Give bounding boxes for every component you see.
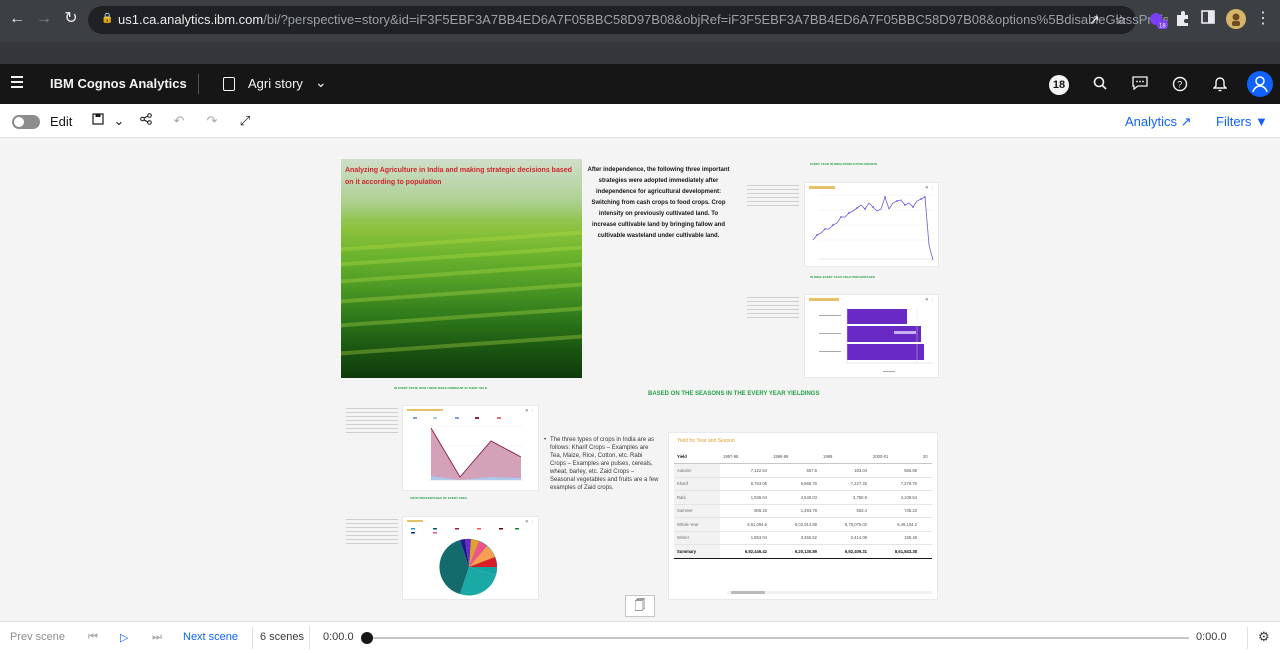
seasons-blurb: [346, 408, 398, 434]
crosstab-title: Yield for Year and Season: [677, 438, 735, 444]
app-header: IBM Cognos Analytics Agri story ⌄: [0, 64, 1280, 104]
sidepanel-icon[interactable]: [1201, 10, 1221, 30]
table-header-row: Yield 1997-98 1998-99 1999 2000-01 20: [674, 450, 932, 464]
timeline-track[interactable]: [367, 637, 1189, 639]
yield-percent-label: IN INDIA EVERY YEAR YIELD PERCENTAGES: [810, 275, 875, 279]
forward-arrow-icon[interactable]: →: [35, 10, 53, 28]
table-summary-row: Summary 6,92,446.42 6,20,130.89 6,92,409…: [674, 544, 932, 559]
playbar-divider: [1247, 627, 1248, 649]
help-icon[interactable]: ?: [1171, 76, 1189, 94]
table-row: Autumn 7,122.64 557.6 163.04 556.59: [674, 463, 932, 478]
svg-text:18: 18: [1159, 24, 1166, 30]
intro-text: After independence, the following three …: [587, 167, 730, 239]
chevron-down-icon[interactable]: ⌄: [111, 113, 127, 129]
production-line-chart[interactable]: ▩ ⋮: [804, 182, 939, 267]
crop-pie-chart[interactable]: ▩ ⋮: [402, 516, 539, 600]
back-arrow-icon[interactable]: ←: [8, 10, 26, 28]
seasons-area-chart[interactable]: ▩ ⋮: [402, 405, 539, 491]
playbar-divider: [252, 627, 253, 649]
chat-icon[interactable]: [1131, 76, 1149, 94]
share-icon[interactable]: ↗: [1089, 12, 1100, 28]
analytics-button[interactable]: Analytics ↗: [1125, 114, 1192, 130]
table-horizontal-scrollbar[interactable]: [727, 591, 932, 594]
svg-text:?: ?: [1177, 80, 1182, 90]
yield-blurb: [747, 297, 799, 319]
table-row: Kharif 6,763.05 6,868.76 7,227.26 7,379.…: [674, 477, 932, 491]
expand-icon[interactable]: ⤢: [237, 113, 253, 129]
save-icon[interactable]: [90, 113, 106, 129]
seasons-heading: BASED ON THE SEASONS IN THE EVERY YEAR Y…: [648, 391, 820, 397]
notification-count-badge[interactable]: 18: [1049, 75, 1069, 95]
table-row: Rabi 1,936.04 4,540.03 3,750.9 4,109.54: [674, 490, 932, 505]
prev-scene-button[interactable]: Prev scene: [10, 631, 65, 643]
image-title: Analyzing Agriculture in India and makin…: [345, 167, 572, 186]
filters-button[interactable]: Filters ▼: [1216, 114, 1268, 129]
hamburger-menu-icon[interactable]: [11, 76, 23, 91]
browser-bookmarks-strip: [0, 42, 1280, 64]
redo-icon[interactable]: ↷: [204, 113, 220, 129]
time-end: 0:00.0: [1196, 631, 1227, 643]
table-row: Winter 1,853.04 3,455.52 2,414.08 158.48: [674, 531, 932, 545]
header-divider: [198, 74, 199, 94]
playbar-divider: [309, 627, 310, 649]
story-icon: [223, 77, 235, 91]
user-avatar-icon[interactable]: [1247, 71, 1273, 97]
skip-back-icon[interactable]: ⏮: [88, 631, 98, 644]
table-row: Summer 806.16 1,493.78 563.4 745.22: [674, 504, 932, 518]
edit-label: Edit: [50, 114, 73, 129]
scene-playback-bar: Prev scene ⏮ ▷ ⏭ Next scene 6 scenes 0:0…: [0, 621, 1280, 653]
seasons-state-label: IN EVERY STATE HOW THESE MAKE DOMINANT I…: [394, 386, 488, 390]
settings-gear-icon[interactable]: ⚙: [1258, 629, 1270, 645]
extension-badge-icon[interactable]: 18: [1148, 10, 1168, 30]
browser-menu-icon[interactable]: ⋮: [1254, 10, 1272, 28]
chevron-down-icon[interactable]: ⌄: [315, 74, 327, 91]
browser-chrome: ← → ↻ 🔒 us1.ca.analytics.ibm.com/bi/?per…: [0, 0, 1280, 42]
undo-icon[interactable]: ↶: [171, 113, 187, 129]
crop-blurb: [346, 519, 398, 545]
url-text: us1.ca.analytics.ibm.com/bi/?perspective…: [118, 12, 1168, 27]
reload-icon[interactable]: ↻: [62, 10, 80, 28]
product-name: IBM Cognos Analytics: [50, 76, 187, 91]
play-icon[interactable]: ▷: [120, 631, 128, 644]
next-scene-button[interactable]: Next scene: [183, 631, 238, 643]
timeline-handle[interactable]: [361, 632, 373, 644]
search-icon[interactable]: [1091, 76, 1109, 94]
crop-percent-label: CROP PERCENTAGES OF EVERY AREA: [410, 496, 468, 500]
skip-forward-icon[interactable]: ⏭: [152, 631, 162, 644]
filter-funnel-icon: ▼: [1255, 114, 1268, 129]
yield-bar-chart[interactable]: ▩ ⋮: [804, 294, 939, 378]
notes-icon[interactable]: 🗍: [625, 595, 655, 617]
yield-table: Yield 1997-98 1998-99 1999 2000-01 20 Au…: [674, 450, 932, 559]
time-start: 0:00.0: [323, 631, 354, 643]
production-label: EVERY YEAR IN INDIA PRODUCTION GROWTH: [810, 162, 878, 166]
story-title[interactable]: Agri story: [248, 76, 303, 91]
production-blurb: [747, 185, 799, 207]
address-bar[interactable]: 🔒 us1.ca.analytics.ibm.com/bi/?perspecti…: [88, 6, 1168, 34]
share-icon[interactable]: [138, 113, 154, 129]
yield-crosstab[interactable]: Yield for Year and Season Yield 1997-98 …: [668, 432, 938, 600]
lock-icon: 🔒: [101, 13, 114, 24]
crop-types-text: The three types of crops in India are as…: [544, 436, 660, 492]
bookmark-star-icon[interactable]: ☆: [1115, 12, 1127, 28]
scenes-count[interactable]: 6 scenes: [260, 631, 304, 643]
notifications-bell-icon[interactable]: [1211, 76, 1229, 94]
table-row: Whole Year 6,61,094.6 6,02,914.89 6,78,0…: [674, 517, 932, 532]
edit-toggle[interactable]: [12, 115, 40, 129]
rice-field-image: [341, 159, 582, 378]
puzzle-icon[interactable]: [1174, 10, 1194, 30]
analytics-trend-icon: ↗: [1180, 114, 1192, 129]
profile-avatar-icon[interactable]: [1226, 9, 1246, 29]
story-toolbar: Edit ⌄ ↶ ↷ ⤢ Analytics ↗ Filters ▼: [0, 104, 1280, 138]
